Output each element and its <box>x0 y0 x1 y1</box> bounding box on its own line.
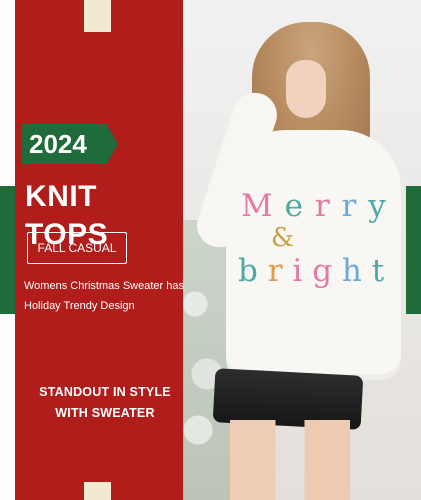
letter: y <box>368 188 387 224</box>
letter: i <box>292 253 303 289</box>
tagline-line-1: STANDOUT IN STYLE <box>39 385 171 399</box>
left-green-accent <box>0 186 15 314</box>
letter: r <box>341 188 358 224</box>
banner-description: Womens Christmas Sweater has Holiday Tre… <box>24 276 184 316</box>
top-notch <box>84 0 111 32</box>
letter: r <box>267 253 283 289</box>
product-banner: M e r r y & b r i g h t 2024 KNIT TOPS F… <box>0 0 421 500</box>
letter: t <box>371 253 385 289</box>
letter: g <box>312 253 333 289</box>
letter: M <box>241 188 274 224</box>
tagline-line-2: WITH SWEATER <box>55 406 155 420</box>
sweater-word-merry: M e r r y <box>241 188 387 224</box>
letter: h <box>341 253 362 289</box>
bottom-notch <box>84 482 111 500</box>
banner-tagline: STANDOUT IN STYLE WITH SWEATER <box>30 382 180 424</box>
sweater-word-bright: b r i g h t <box>238 253 384 289</box>
model-face <box>286 60 326 118</box>
right-green-accent <box>406 186 421 314</box>
year-label: 2024 <box>29 129 87 159</box>
sweater-ampersand: & <box>271 223 295 253</box>
model-legs <box>230 420 350 500</box>
fall-casual-tag: FALL CASUAL <box>27 232 127 264</box>
description-line-2: Holiday Trendy Design <box>24 300 135 312</box>
letter: b <box>238 253 258 289</box>
letter: r <box>314 188 331 224</box>
description-line-1: Womens Christmas Sweater has <box>24 280 184 292</box>
letter: e <box>284 188 304 224</box>
